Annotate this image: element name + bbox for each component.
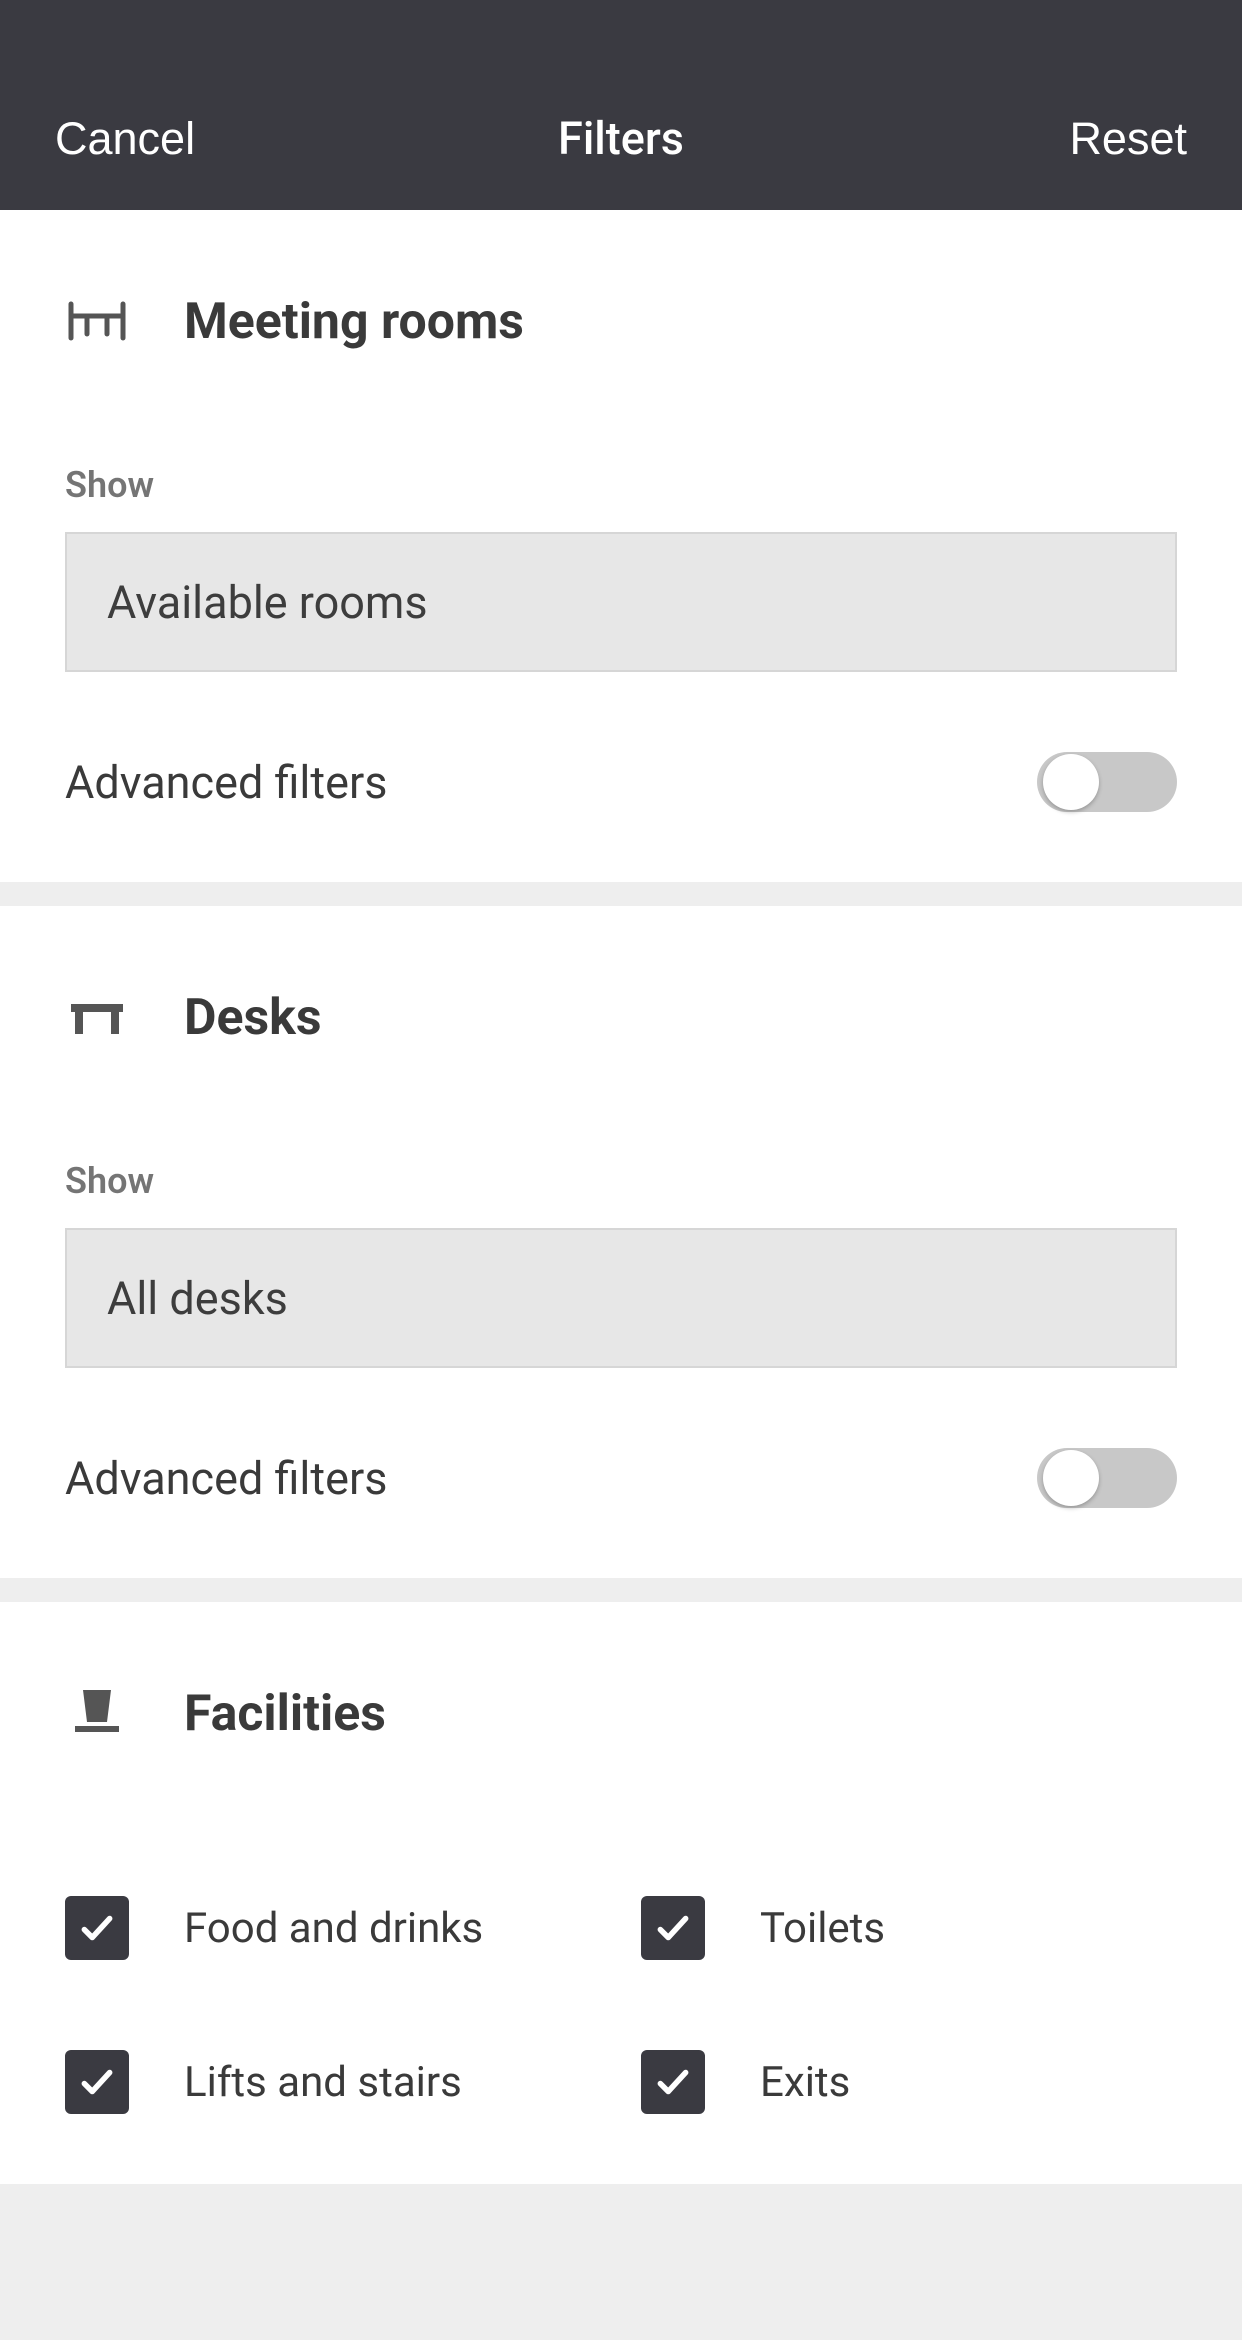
meeting-rooms-icon xyxy=(65,290,129,354)
section-facilities: Facilities Food and drinks Toilets Lifts… xyxy=(0,1602,1242,2184)
checkbox-lifts-and-stairs[interactable] xyxy=(65,2050,129,2114)
facility-food-and-drinks[interactable]: Food and drinks xyxy=(65,1896,601,1960)
reset-button[interactable]: Reset xyxy=(1069,113,1187,165)
advanced-filters-label-desks: Advanced filters xyxy=(65,1452,387,1505)
facility-label: Exits xyxy=(760,2058,850,2107)
cancel-button[interactable]: Cancel xyxy=(55,113,195,165)
facilities-icon xyxy=(65,1682,129,1746)
show-label-desks: Show xyxy=(65,1160,1177,1202)
show-label-rooms: Show xyxy=(65,464,1177,506)
show-select-rooms[interactable]: Available rooms xyxy=(65,532,1177,672)
facility-exits[interactable]: Exits xyxy=(641,2050,1177,2114)
section-head-meeting-rooms: Meeting rooms xyxy=(65,290,1177,354)
checkbox-food-and-drinks[interactable] xyxy=(65,1896,129,1960)
facility-label: Lifts and stairs xyxy=(184,2058,462,2107)
facility-lifts-and-stairs[interactable]: Lifts and stairs xyxy=(65,2050,601,2114)
advanced-filters-label-rooms: Advanced filters xyxy=(65,756,387,809)
advanced-filters-row-desks: Advanced filters xyxy=(65,1428,1177,1528)
facilities-grid: Food and drinks Toilets Lifts and stairs… xyxy=(65,1856,1177,2134)
desks-icon xyxy=(65,986,129,1050)
advanced-filters-toggle-desks[interactable] xyxy=(1037,1442,1177,1514)
section-desks: Desks Show All desks Advanced filters xyxy=(0,906,1242,1578)
facility-label: Toilets xyxy=(760,1904,885,1953)
advanced-filters-toggle-rooms[interactable] xyxy=(1037,746,1177,818)
content-scroll[interactable]: Meeting rooms Show Available rooms Advan… xyxy=(0,210,1242,2340)
advanced-filters-row-rooms: Advanced filters xyxy=(65,732,1177,832)
section-head-desks: Desks xyxy=(65,986,1177,1050)
bottom-spacer xyxy=(0,2184,1242,2340)
section-meeting-rooms: Meeting rooms Show Available rooms Advan… xyxy=(0,210,1242,882)
checkbox-exits[interactable] xyxy=(641,2050,705,2114)
section-title-facilities: Facilities xyxy=(184,1685,386,1743)
checkbox-toilets[interactable] xyxy=(641,1896,705,1960)
show-select-rooms-value: Available rooms xyxy=(107,576,428,629)
show-select-desks[interactable]: All desks xyxy=(65,1228,1177,1368)
show-select-desks-value: All desks xyxy=(107,1272,288,1325)
facility-toilets[interactable]: Toilets xyxy=(641,1896,1177,1960)
section-title-desks: Desks xyxy=(184,989,322,1047)
page-title: Filters xyxy=(558,112,684,165)
section-head-facilities: Facilities xyxy=(65,1682,1177,1746)
header-bar: Cancel Filters Reset xyxy=(0,0,1242,210)
facility-label: Food and drinks xyxy=(184,1904,483,1953)
section-title-meeting-rooms: Meeting rooms xyxy=(184,293,524,351)
